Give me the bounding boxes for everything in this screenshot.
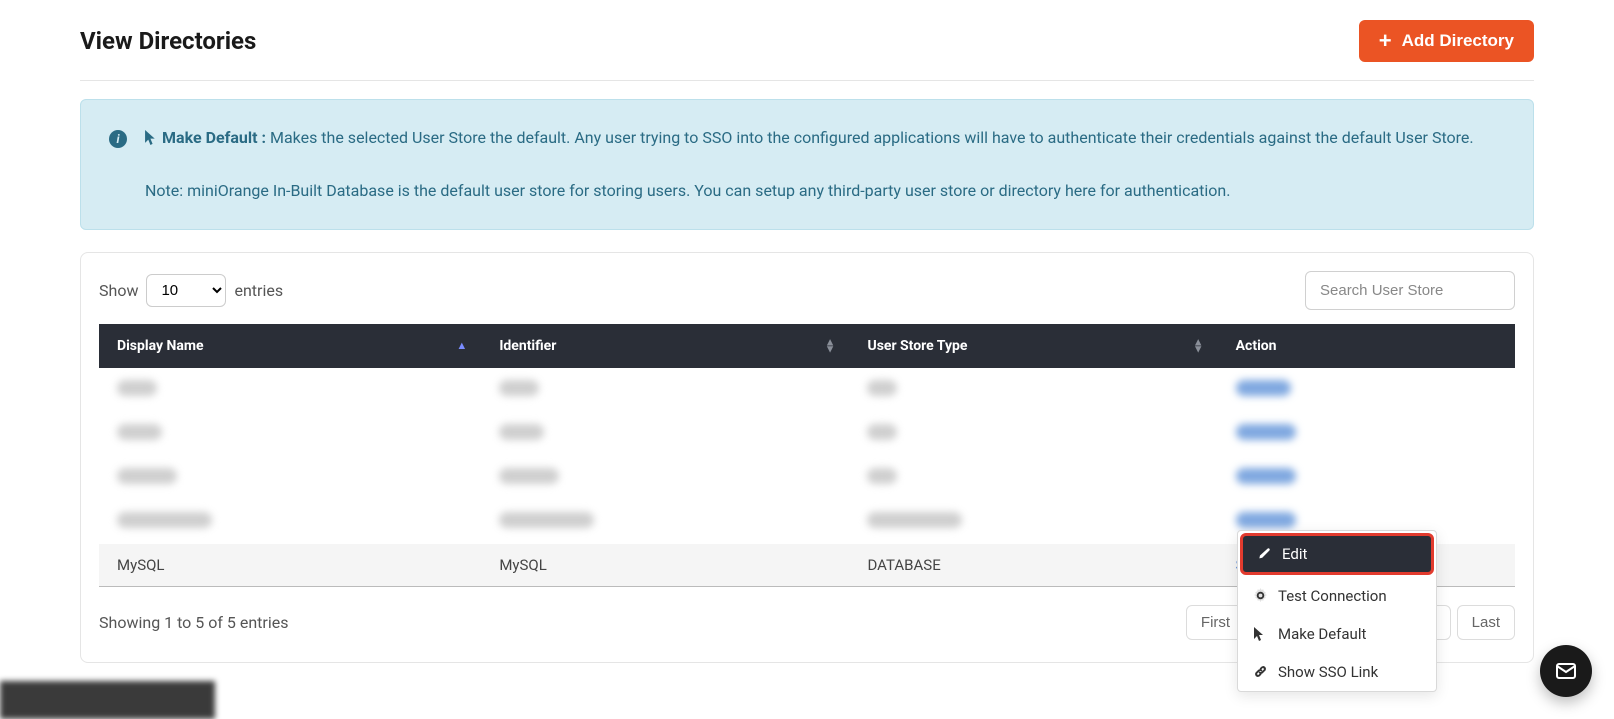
show-label-after: entries [234,281,283,300]
show-label-before: Show [99,281,138,300]
menu-edit[interactable]: Edit [1242,535,1432,573]
info-icon: i [109,130,127,148]
add-directory-label: Add Directory [1402,31,1514,51]
table-row [99,412,1515,456]
add-directory-button[interactable]: + Add Directory [1359,20,1534,62]
menu-make-default[interactable]: Make Default [1238,615,1436,653]
sort-asc-icon: ▲ [456,342,467,350]
sort-icon: ▲▼ [1193,338,1204,353]
cell-user-store-type: DATABASE [849,544,1217,587]
plus-icon: + [1379,30,1392,52]
menu-test-connection[interactable]: Test Connection [1238,577,1436,615]
info-lead-label: Make Default : [162,128,266,147]
edit-icon [1256,547,1272,561]
gears-icon [1252,588,1268,603]
directories-card: Show 10 entries Display Name ▲ Identifie… [80,252,1534,663]
page-last[interactable]: Last [1457,605,1515,640]
chat-fab[interactable] [1540,645,1592,697]
table-showing-text: Showing 1 to 5 of 5 entries [99,613,288,632]
search-input[interactable] [1305,271,1515,310]
info-note: Note: miniOrange In-Built Database is th… [109,179,1505,203]
info-banner: i Make Default : Makes the selected User… [80,99,1534,230]
show-entries-select[interactable]: 10 [146,274,226,307]
col-identifier[interactable]: Identifier ▲▼ [481,324,849,368]
col-user-store-type[interactable]: User Store Type ▲▼ [849,324,1217,368]
cursor-icon [1252,627,1268,641]
cell-identifier: MySQL [481,544,849,587]
mail-icon [1554,659,1578,683]
info-text: Make Default : Makes the selected User S… [145,126,1474,151]
cursor-icon [145,130,158,145]
cell-display-name: MySQL [99,544,481,587]
menu-show-sso-link[interactable]: Show SSO Link [1238,653,1436,691]
col-display-name[interactable]: Display Name ▲ [99,324,481,368]
page-header: View Directories + Add Directory [80,20,1534,81]
row-action-menu: Edit Test Connection Make Default Show S… [1237,530,1437,692]
table-row [99,368,1515,412]
sort-icon: ▲▼ [825,338,836,353]
info-lead-text: Makes the selected User Store the defaul… [270,128,1474,147]
page-title: View Directories [80,27,256,55]
table-row [99,456,1515,500]
footer-blur [0,681,215,719]
col-action: Action [1218,324,1515,368]
link-icon [1252,664,1268,679]
